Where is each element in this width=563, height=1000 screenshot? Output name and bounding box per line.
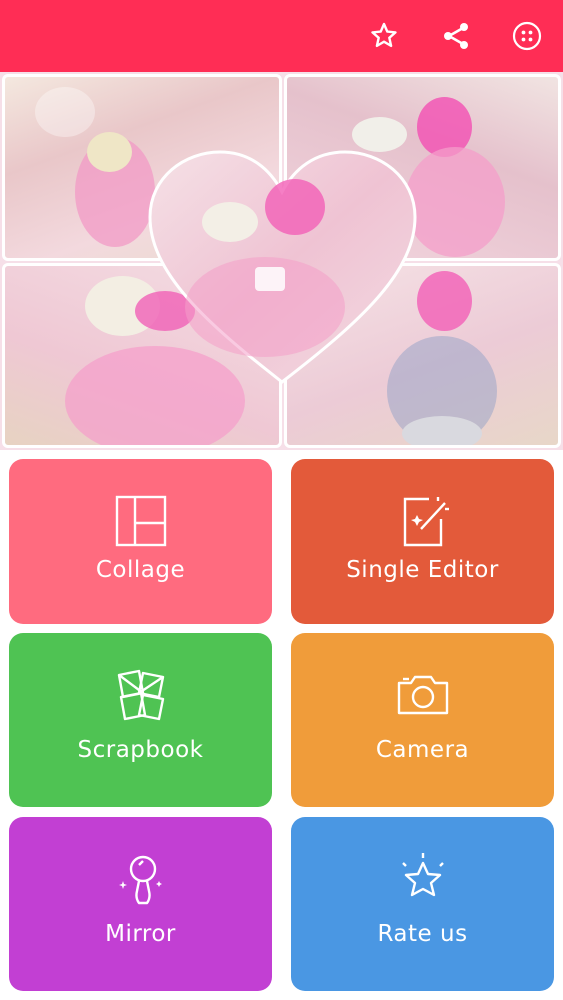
scrapbook-button[interactable]: Scrapbook [9,633,272,807]
rate-us-button[interactable]: Rate us [291,817,554,991]
rate-us-label: Rate us [377,921,468,947]
collage-button[interactable]: Collage [9,459,272,624]
collage-label: Collage [95,557,186,583]
top-app-bar [0,0,563,72]
star-icon[interactable] [366,18,402,54]
scrapbook-label: Scrapbook [77,737,204,763]
heart-frame [148,150,417,384]
single-editor-label: Single Editor [346,557,499,583]
collage-grid-icon [115,495,166,547]
collage-preview-banner [0,72,563,450]
star-icon [401,853,444,897]
magic-edit-icon [403,497,449,547]
camera-button[interactable]: Camera [291,633,554,807]
mirror-label: Mirror [105,921,176,947]
mirror-button[interactable]: Mirror [9,817,272,991]
more-icon[interactable] [509,18,545,54]
camera-icon [397,675,448,715]
single-editor-button[interactable]: Single Editor [291,459,554,624]
mirror-icon [118,855,162,905]
share-icon[interactable] [438,18,474,54]
camera-label: Camera [375,737,470,763]
scrapbook-icon [117,669,164,721]
